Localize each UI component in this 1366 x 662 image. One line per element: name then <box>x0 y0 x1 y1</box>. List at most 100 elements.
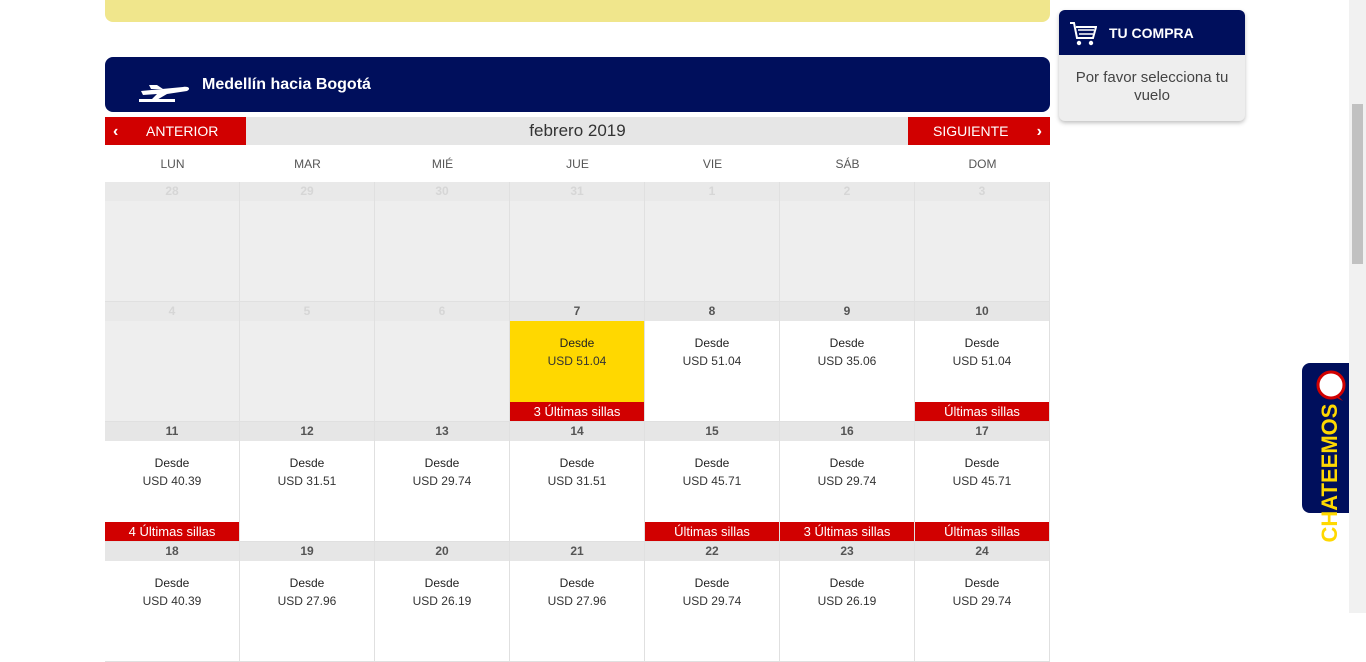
day-number: 28 <box>105 182 239 201</box>
cart-icon <box>1069 20 1098 53</box>
last-seats-badge: Últimas sillas <box>915 522 1049 541</box>
price-prefix: Desde <box>424 456 460 470</box>
route-title: Medellín hacia Bogotá <box>202 76 371 93</box>
calendar-day[interactable]: 13 Desde USD 29.74 <box>375 422 510 542</box>
previous-month-button[interactable]: ‹ ANTERIOR <box>105 117 246 145</box>
weekday-label: DOM <box>968 157 997 171</box>
day-number: 9 <box>780 302 914 321</box>
chevron-left-icon: ‹ <box>113 123 119 140</box>
day-price: USD 26.19 <box>817 594 877 608</box>
last-seats-badge: Últimas sillas <box>915 402 1049 421</box>
calendar-day: 6 <box>375 302 510 422</box>
next-month-button[interactable]: SIGUIENTE › <box>908 117 1050 145</box>
last-seats-badge: Últimas sillas <box>645 522 779 541</box>
day-number: 13 <box>375 422 509 441</box>
cart-message: Por favor selecciona tu vuelo <box>1075 69 1229 104</box>
weekday-label: LUN <box>160 157 185 171</box>
price-prefix: Desde <box>559 336 595 350</box>
day-number: 14 <box>510 422 644 441</box>
day-number: 18 <box>105 542 239 561</box>
day-price: USD 40.39 <box>142 594 202 608</box>
calendar-day[interactable]: 8 Desde USD 51.04 <box>645 302 780 422</box>
route-header: Medellín hacia Bogotá <box>105 57 1050 112</box>
plane-icon <box>137 77 193 103</box>
calendar-day[interactable]: 21 Desde USD 27.96 <box>510 542 645 662</box>
weekday-label: MAR <box>294 157 321 171</box>
day-number: 19 <box>240 542 374 561</box>
day-price: USD 31.51 <box>277 474 337 488</box>
previous-label: ANTERIOR <box>146 123 219 139</box>
price-prefix: Desde <box>829 456 865 470</box>
chevron-right-icon: › <box>1036 123 1042 140</box>
day-number: 8 <box>645 302 779 321</box>
calendar-day: 2 <box>780 182 915 302</box>
cart-title: TU COMPRA <box>1109 25 1194 41</box>
day-price: USD 29.74 <box>682 594 742 608</box>
weekday-label: VIE <box>702 157 723 171</box>
calendar-week-row: 4 5 6 7 Desde USD 51.04 3 Últimas sillas 8 Desde… <box>105 302 1050 422</box>
day-price: USD 29.74 <box>817 474 877 488</box>
day-number: 16 <box>780 422 914 441</box>
last-seats-badge: 4 Últimas sillas <box>105 522 239 541</box>
calendar-day[interactable]: 20 Desde USD 26.19 <box>375 542 510 662</box>
calendar-day[interactable]: 12 Desde USD 31.51 <box>240 422 375 542</box>
calendar-day: 29 <box>240 182 375 302</box>
day-number: 29 <box>240 182 374 201</box>
calendar-day-selected[interactable]: 7 Desde USD 51.04 3 Últimas sillas <box>510 302 645 422</box>
calendar-day[interactable]: 10 Desde USD 51.04 Últimas sillas <box>915 302 1050 422</box>
scrollbar-thumb[interactable] <box>1352 104 1363 264</box>
day-number: 31 <box>510 182 644 201</box>
calendar-day[interactable]: 24 Desde USD 29.74 <box>915 542 1050 662</box>
day-price: USD 45.71 <box>952 474 1012 488</box>
price-prefix: Desde <box>289 456 325 470</box>
day-price: USD 51.04 <box>682 354 742 368</box>
weekday-label: SÁB <box>835 157 860 171</box>
day-price: USD 51.04 <box>547 354 607 368</box>
calendar-day[interactable]: 19 Desde USD 27.96 <box>240 542 375 662</box>
price-prefix: Desde <box>964 336 1000 350</box>
day-number: 12 <box>240 422 374 441</box>
calendar-day: 28 <box>105 182 240 302</box>
calendar-day[interactable]: 11 Desde USD 40.39 4 Últimas sillas <box>105 422 240 542</box>
calendar-day[interactable]: 18 Desde USD 40.39 <box>105 542 240 662</box>
day-price: USD 26.19 <box>412 594 472 608</box>
weekday-label: MIÉ <box>431 157 454 171</box>
day-price: USD 29.74 <box>952 594 1012 608</box>
calendar-day: 5 <box>240 302 375 422</box>
calendar-day[interactable]: 23 Desde USD 26.19 <box>780 542 915 662</box>
calendar-day[interactable]: 14 Desde USD 31.51 <box>510 422 645 542</box>
day-number: 11 <box>105 422 239 441</box>
day-price: USD 40.39 <box>142 474 202 488</box>
day-price: USD 27.96 <box>547 594 607 608</box>
day-number: 5 <box>240 302 374 321</box>
day-number: 1 <box>645 182 779 201</box>
chat-button[interactable]: CHATEEMOS <box>1302 363 1352 542</box>
calendar-day[interactable]: 9 Desde USD 35.06 <box>780 302 915 422</box>
calendar-day[interactable]: 17 Desde USD 45.71 Últimas sillas <box>915 422 1050 542</box>
month-navigation: febrero 2019 ‹ ANTERIOR SIGUIENTE › <box>105 117 1050 145</box>
calendar-day: 31 <box>510 182 645 302</box>
day-number: 30 <box>375 182 509 201</box>
page-scrollbar[interactable] <box>1349 0 1366 613</box>
day-number: 17 <box>915 422 1049 441</box>
weekday-header: LUN MAR MIÉ JUE VIE SÁB DOM <box>105 150 1050 180</box>
day-price: USD 45.71 <box>682 474 742 488</box>
chat-label: CHATEEMOS <box>1317 403 1342 543</box>
day-number: 7 <box>510 302 644 321</box>
last-seats-badge: 3 Últimas sillas <box>780 522 914 541</box>
price-prefix: Desde <box>424 576 460 590</box>
calendar-day[interactable]: 15 Desde USD 45.71 Últimas sillas <box>645 422 780 542</box>
day-number: 4 <box>105 302 239 321</box>
calendar-week-row: 18 Desde USD 40.39 19 Desde USD 27.96 20 Desde U… <box>105 542 1050 662</box>
weekday-label: JUE <box>566 157 589 171</box>
calendar-day[interactable]: 22 Desde USD 29.74 <box>645 542 780 662</box>
price-prefix: Desde <box>154 456 190 470</box>
calendar-day[interactable]: 16 Desde USD 29.74 3 Últimas sillas <box>780 422 915 542</box>
price-prefix: Desde <box>964 576 1000 590</box>
cart-header: TU COMPRA <box>1059 10 1245 55</box>
notice-banner <box>105 0 1050 22</box>
price-prefix: Desde <box>694 576 730 590</box>
price-prefix: Desde <box>559 576 595 590</box>
calendar-week-row: 28 29 30 31 1 2 3 <box>105 182 1050 302</box>
day-number: 21 <box>510 542 644 561</box>
